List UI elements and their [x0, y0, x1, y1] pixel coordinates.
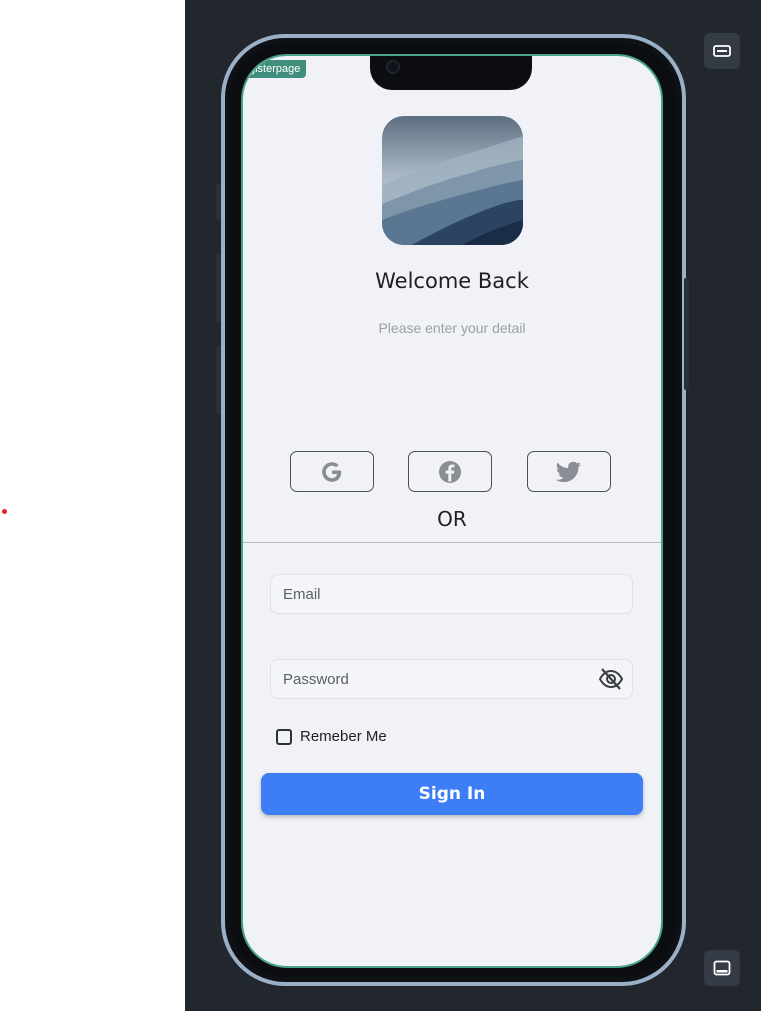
google-signin-button[interactable] — [290, 451, 374, 492]
facebook-signin-button[interactable] — [408, 451, 492, 492]
screen-mode-button[interactable] — [704, 950, 740, 986]
phone-screen: gisterpage Welcome Back Please enter you… — [241, 54, 663, 968]
volume-down-button — [216, 346, 221, 414]
mountain-image — [382, 116, 523, 245]
password-field[interactable] — [270, 659, 633, 699]
device-frame-icon — [713, 960, 731, 976]
debug-route-badge: gisterpage — [243, 60, 307, 78]
remember-me-row[interactable]: Remeber Me — [276, 728, 387, 745]
password-input[interactable] — [271, 660, 632, 698]
phone-notch — [370, 56, 532, 90]
eye-off-icon — [598, 668, 624, 690]
email-field[interactable] — [270, 574, 633, 614]
silent-switch — [216, 184, 221, 220]
remember-me-checkbox[interactable] — [276, 728, 292, 745]
google-icon — [322, 461, 342, 482]
welcome-subtitle: Please enter your detail — [378, 320, 526, 336]
keyboard-icon — [713, 45, 731, 57]
remember-me-label: Remeber Me — [300, 728, 387, 745]
divider — [243, 542, 661, 543]
sign-in-button[interactable]: Sign In — [261, 773, 643, 815]
power-button — [684, 278, 689, 390]
facebook-icon — [439, 460, 461, 483]
twitter-signin-button[interactable] — [527, 451, 611, 492]
toolbar-toggle-button[interactable] — [704, 33, 740, 69]
toggle-password-visibility[interactable] — [598, 667, 624, 691]
or-separator-label: OR — [437, 507, 467, 531]
indicator-dot — [2, 509, 7, 514]
camera-icon — [386, 60, 400, 74]
email-input[interactable] — [271, 575, 632, 613]
twitter-icon — [555, 461, 581, 482]
volume-up-button — [216, 254, 221, 322]
welcome-title: Welcome Back — [375, 269, 529, 293]
